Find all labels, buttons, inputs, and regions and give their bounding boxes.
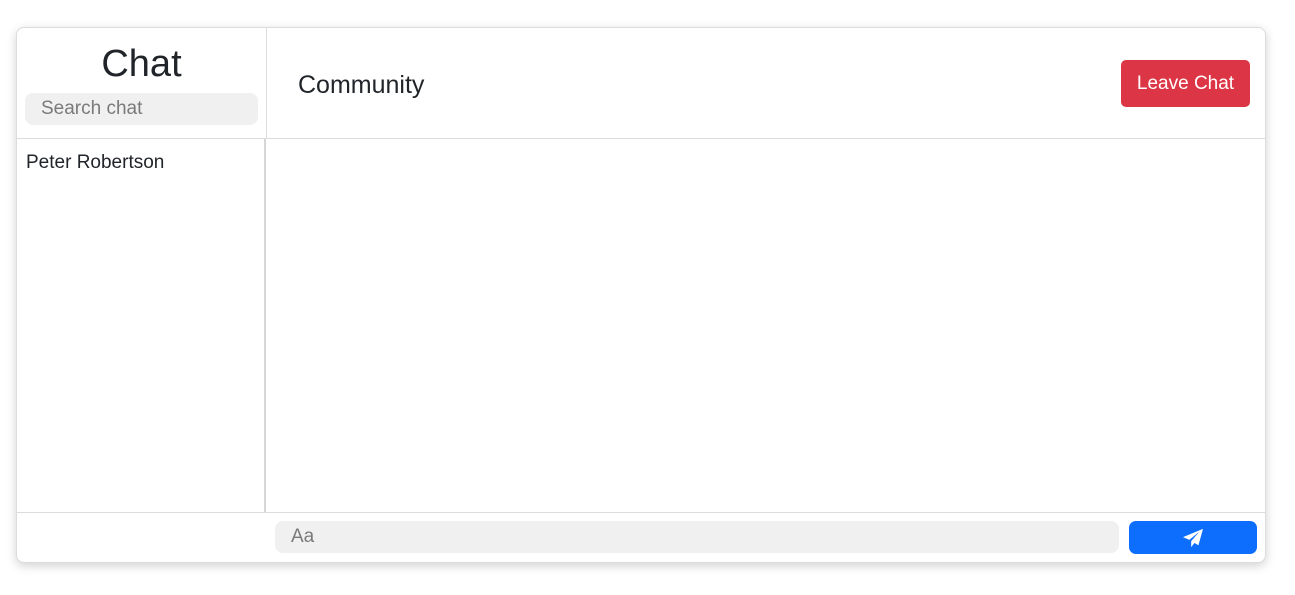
- chat-title: Chat: [101, 43, 182, 85]
- message-area: [268, 139, 1265, 512]
- message-input[interactable]: [275, 521, 1119, 553]
- conversation-header: Community Leave Chat: [267, 28, 1265, 139]
- contact-list: Peter Robertson: [17, 139, 266, 512]
- contact-item[interactable]: Peter Robertson: [17, 151, 264, 175]
- room-title: Community: [298, 71, 425, 99]
- chat-window: Chat Community Leave Chat Peter Robertso…: [16, 27, 1266, 563]
- search-input[interactable]: [25, 93, 258, 125]
- composer-bar: [17, 512, 1265, 562]
- leave-chat-button[interactable]: Leave Chat: [1121, 60, 1250, 107]
- sidebar-header: Chat: [17, 28, 267, 139]
- send-button[interactable]: [1129, 521, 1257, 554]
- paper-plane-icon: [1182, 528, 1204, 548]
